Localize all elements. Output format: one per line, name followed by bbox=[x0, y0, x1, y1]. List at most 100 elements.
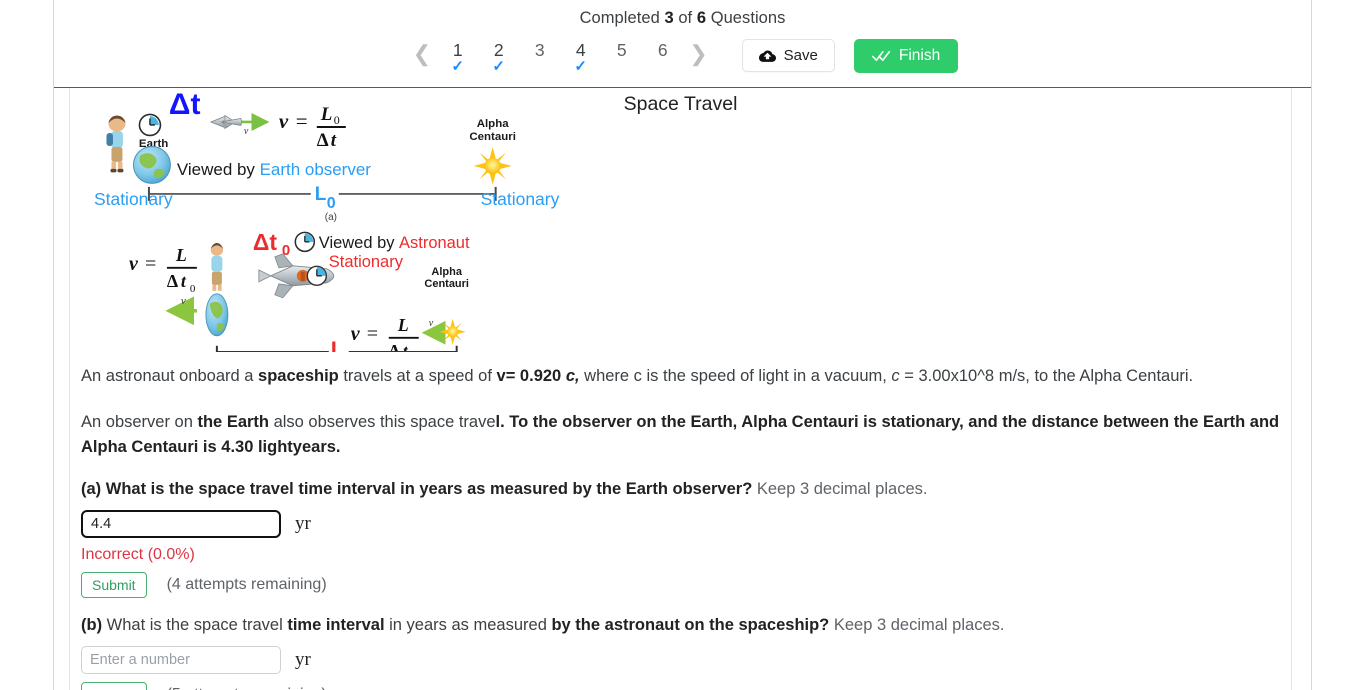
svg-text:0: 0 bbox=[334, 113, 340, 127]
part-a-unit: yr bbox=[295, 513, 311, 534]
figure-graphic: Earth Δt v v = L 0 Δ t Viewed by Earth o… bbox=[94, 88, 560, 352]
question-paragraph-2: An observer on the Earth also observes t… bbox=[81, 410, 1281, 460]
svg-text:=: = bbox=[296, 109, 308, 133]
question-page-2-check-icon: ✓ bbox=[492, 58, 505, 75]
part-a-prompt-bold: What is the space travel time interval i… bbox=[101, 480, 753, 498]
svg-text:t: t bbox=[181, 271, 187, 291]
part-b-answer-row: yr bbox=[81, 646, 1261, 674]
window-right-border bbox=[1311, 0, 1312, 690]
svg-text:L: L bbox=[320, 104, 333, 125]
part-b-prompt: (b) What is the space travel time interv… bbox=[81, 613, 1261, 637]
svg-text:Alpha: Alpha bbox=[431, 266, 462, 278]
svg-text:v: v bbox=[279, 109, 289, 133]
svg-text:t: t bbox=[331, 130, 337, 151]
part-b-plain-2: in years as measured bbox=[384, 616, 552, 634]
part-b-hint: Keep 3 decimal places. bbox=[829, 616, 1005, 634]
double-check-icon bbox=[871, 50, 891, 62]
p2-b1: the Earth bbox=[197, 413, 269, 431]
svg-text:v: v bbox=[129, 253, 139, 275]
svg-text:Δ: Δ bbox=[167, 271, 178, 291]
svg-text:=: = bbox=[145, 253, 156, 275]
part-a-prompt: (a) What is the space travel time interv… bbox=[81, 477, 1261, 501]
svg-text:Δ: Δ bbox=[317, 130, 329, 151]
content-inner: Space Travel Earth Δt v v = L 0 Δ t View… bbox=[81, 84, 1280, 690]
part-a-answer-input[interactable] bbox=[81, 510, 281, 538]
question-page-3-number: 3 bbox=[534, 40, 545, 60]
panel-b-viewed-by: Viewed by Astronaut bbox=[319, 234, 470, 252]
svg-text:L: L bbox=[175, 245, 187, 265]
question-page-5-number: 5 bbox=[616, 40, 627, 60]
completed-status: Completed 3 of 6 Questions bbox=[54, 9, 1311, 28]
completed-middle: of bbox=[673, 9, 697, 27]
finish-button[interactable]: Finish bbox=[853, 39, 959, 73]
progress-header: Completed 3 of 6 Questions ❮ 1 ✓ 2 ✓ 3 4… bbox=[54, 0, 1311, 88]
part-b-answer-input[interactable] bbox=[81, 646, 281, 674]
completed-prefix: Completed bbox=[579, 9, 665, 27]
part-a-answer-row: yr bbox=[81, 510, 1261, 538]
total-count: 6 bbox=[696, 9, 707, 27]
question-page-6[interactable]: 6 bbox=[642, 39, 683, 75]
panel-a-stationary-left: Stationary bbox=[94, 189, 173, 209]
panel-b: Δt 0 Viewed by Astronaut Stationary v v … bbox=[129, 229, 470, 352]
panel-b-left-formula: v = L Δ t 0 bbox=[129, 245, 197, 295]
svg-text:v: v bbox=[181, 295, 186, 307]
question-nav-row: ❮ 1 ✓ 2 ✓ 3 4 ✓ 5 6 ❯ Save Finish bbox=[54, 39, 1311, 75]
completed-suffix: Questions bbox=[706, 9, 786, 27]
p1-i1: c bbox=[891, 367, 900, 385]
p1-b2: v= 0.920 bbox=[496, 367, 566, 385]
svg-text:v: v bbox=[244, 126, 249, 137]
svg-text:v: v bbox=[429, 318, 434, 329]
panel-a-delta-t: Δt bbox=[169, 88, 201, 121]
svg-text:Alpha: Alpha bbox=[477, 118, 510, 130]
question-page-4[interactable]: 4 ✓ bbox=[560, 39, 601, 75]
svg-text:Centauri: Centauri bbox=[424, 278, 469, 290]
svg-text:Centauri: Centauri bbox=[469, 131, 516, 143]
part-b-bold-1: time interval bbox=[287, 616, 385, 634]
completed-count: 3 bbox=[664, 9, 674, 27]
panel-a-label: (a) bbox=[325, 212, 337, 223]
p2-s2: also observes this space trave bbox=[269, 413, 496, 431]
page-root: Space Travel Earth Δt v v = L 0 Δ t View… bbox=[0, 0, 1359, 690]
panel-a-distance-label: L bbox=[315, 184, 327, 205]
panel-a-viewed-by: Viewed by Earth observer bbox=[177, 160, 371, 179]
svg-text:L: L bbox=[397, 315, 409, 335]
part-b-label: (b) bbox=[81, 616, 103, 634]
question-part-b: (b) What is the space travel time interv… bbox=[81, 613, 1261, 690]
space-travel-figure: Space Travel Earth Δt v v = L 0 Δ t View… bbox=[81, 84, 1280, 352]
part-b-attempts: (5 attempts remaining) bbox=[167, 686, 327, 690]
question-page-1-check-icon: ✓ bbox=[451, 58, 464, 75]
part-a-submit-row: Submit (4 attempts remaining) bbox=[81, 572, 1261, 598]
question-page-4-check-icon: ✓ bbox=[574, 58, 587, 75]
question-content-area: Space Travel Earth Δt v v = L 0 Δ t View… bbox=[69, 0, 1292, 690]
save-button-label: Save bbox=[783, 47, 818, 64]
p1-s4: = 3.00x10^8 m/s, to the Alpha Centauri. bbox=[899, 367, 1194, 385]
panel-b-delta-t0: Δt bbox=[253, 229, 278, 255]
cloud-upload-icon bbox=[758, 49, 776, 62]
part-a-attempts: (4 attempts remaining) bbox=[166, 576, 327, 593]
panel-a: Earth Δt v v = L 0 Δ t Viewed by Earth o… bbox=[94, 88, 560, 223]
part-b-submit-button[interactable]: Submit bbox=[81, 682, 147, 690]
p1-s2: travels at a speed of bbox=[338, 367, 497, 385]
question-page-5[interactable]: 5 bbox=[601, 39, 642, 75]
panel-b-distance-label: L bbox=[331, 337, 344, 352]
part-a-submit-button[interactable]: Submit bbox=[81, 572, 147, 598]
next-question-arrow-icon[interactable]: ❯ bbox=[683, 39, 713, 69]
question-page-1[interactable]: 1 ✓ bbox=[437, 39, 478, 75]
part-a-feedback: Incorrect (0.0%) bbox=[81, 546, 195, 563]
prev-question-arrow-icon[interactable]: ❮ bbox=[407, 39, 437, 69]
svg-text:0: 0 bbox=[190, 283, 196, 295]
panel-a-formula: v = L 0 Δ t bbox=[279, 104, 346, 151]
p2-s1: An observer on bbox=[81, 413, 198, 431]
question-page-3[interactable]: 3 bbox=[519, 39, 560, 75]
panel-b-stationary: Stationary bbox=[329, 253, 404, 271]
part-b-unit: yr bbox=[295, 649, 311, 670]
part-b-bold-2: by the astronaut on the spaceship? bbox=[551, 616, 830, 634]
question-page-2[interactable]: 2 ✓ bbox=[478, 39, 519, 75]
svg-text:v: v bbox=[351, 323, 361, 345]
svg-text:t: t bbox=[403, 341, 409, 352]
svg-text:0: 0 bbox=[327, 195, 336, 212]
svg-text:Δ: Δ bbox=[389, 341, 400, 352]
p1-b2i: c, bbox=[565, 367, 580, 385]
question-part-a: (a) What is the space travel time interv… bbox=[81, 477, 1261, 598]
save-button[interactable]: Save bbox=[741, 39, 835, 72]
